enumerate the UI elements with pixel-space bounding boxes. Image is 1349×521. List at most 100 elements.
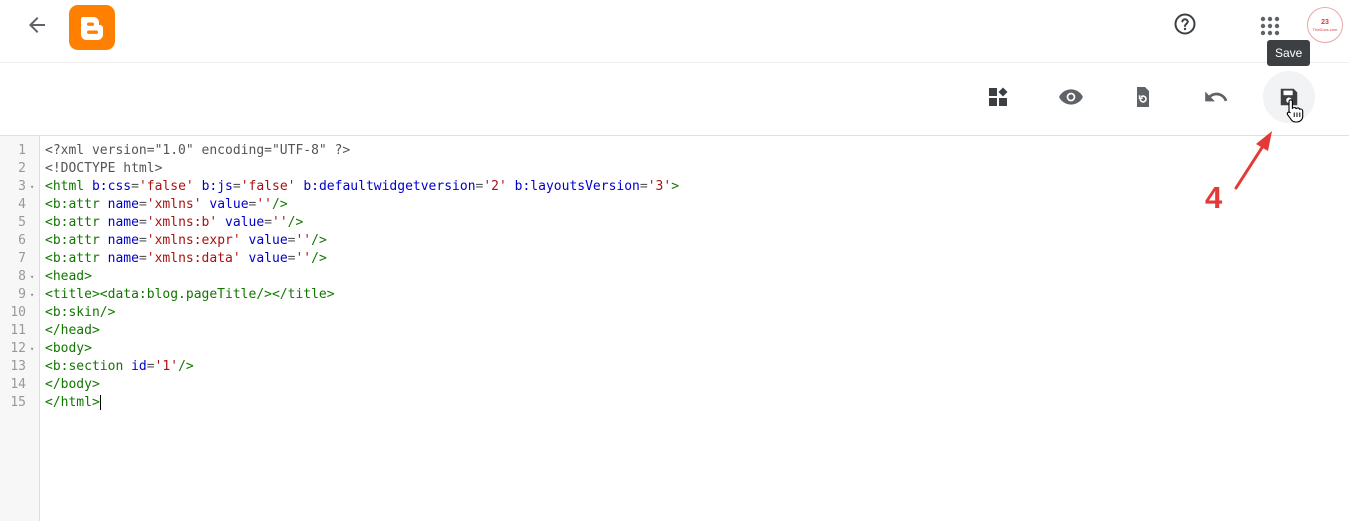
- restore-button[interactable]: [1117, 71, 1169, 123]
- save-button[interactable]: [1263, 71, 1315, 123]
- code-line[interactable]: <b:attr name='xmlns:expr' value=''/>: [45, 232, 327, 250]
- help-circle-icon: [1174, 13, 1196, 35]
- code-line[interactable]: <html b:css='false' b:js='false' b:defau…: [45, 178, 679, 196]
- code-line[interactable]: <head>: [45, 268, 92, 286]
- blogger-logo[interactable]: [69, 5, 115, 50]
- code-token: '': [256, 197, 273, 212]
- line-number: 10: [10, 305, 26, 320]
- widgets-button[interactable]: [972, 71, 1024, 123]
- code-token: />: [311, 233, 327, 248]
- save-icon: [1280, 88, 1298, 106]
- line-number: 8: [18, 269, 26, 284]
- blogger-b-icon: [81, 16, 103, 40]
- fold-toggle-icon[interactable]: ▾: [30, 286, 34, 304]
- line-number: 1: [18, 143, 26, 158]
- editor-toolbar: [0, 63, 1349, 136]
- restore-icon: [1137, 87, 1149, 107]
- code-line[interactable]: </head>: [45, 322, 100, 340]
- apps-button[interactable]: [1255, 11, 1285, 41]
- code-token: <head>: [45, 269, 92, 284]
- code-token: '1': [154, 359, 179, 374]
- code-token: =: [232, 179, 241, 194]
- code-token: b:js: [201, 179, 233, 194]
- line-number: 5: [18, 215, 26, 230]
- code-token: =: [264, 215, 273, 230]
- undo-button[interactable]: [1190, 71, 1242, 123]
- undo-icon: [1205, 91, 1228, 102]
- code-token: <b:attr: [45, 215, 108, 230]
- code-token: </html>: [45, 395, 100, 410]
- code-token: 'false': [138, 179, 194, 194]
- code-token: =: [146, 359, 155, 374]
- code-token: <title><data:blog.pageTitle/></title>: [45, 287, 335, 302]
- code-line[interactable]: <body>: [45, 340, 92, 358]
- code-token: b:layoutsVersion: [514, 179, 640, 194]
- code-token: =: [639, 179, 648, 194]
- line-number: 3: [18, 179, 26, 194]
- code-line[interactable]: <title><data:blog.pageTitle/></title>: [45, 286, 335, 304]
- fold-toggle-icon[interactable]: ▾: [30, 178, 34, 196]
- line-number: 14: [10, 377, 26, 392]
- line-number: 12: [10, 341, 26, 356]
- account-avatar[interactable]: 23 TheDocs.com: [1307, 7, 1343, 43]
- line-number: 4: [18, 197, 26, 212]
- help-button[interactable]: [1170, 9, 1200, 39]
- code-token: </body>: [45, 377, 100, 392]
- line-number: 9: [18, 287, 26, 302]
- code-token: </head>: [45, 323, 100, 338]
- fold-toggle-icon[interactable]: ▾: [30, 340, 34, 358]
- code-line[interactable]: <b:skin/>: [45, 304, 115, 322]
- code-line[interactable]: <b:attr name='xmlns:b' value=''/>: [45, 214, 303, 232]
- widgets-icon: [989, 87, 1008, 106]
- preview-button[interactable]: [1045, 71, 1097, 123]
- fold-toggle-icon[interactable]: ▾: [30, 268, 34, 286]
- code-token: name: [107, 233, 139, 248]
- avatar-line1: 23: [1321, 18, 1329, 26]
- code-line[interactable]: <b:attr name='xmlns' value=''/>: [45, 196, 288, 214]
- code-token: b:css: [91, 179, 132, 194]
- code-token: <html: [45, 179, 92, 194]
- code-token: value: [248, 233, 288, 248]
- save-tooltip: Save: [1267, 40, 1311, 66]
- line-number: 6: [18, 233, 26, 248]
- text-cursor: [99, 395, 101, 410]
- code-token: value: [225, 215, 265, 230]
- apps-grid-icon: [1260, 16, 1280, 36]
- code-line[interactable]: </html>: [45, 394, 101, 412]
- code-token: name: [107, 251, 139, 266]
- code-token: 'xmlns': [146, 197, 202, 212]
- arrow-back-icon: [29, 17, 45, 33]
- code-token: '': [295, 233, 312, 248]
- back-button[interactable]: [22, 10, 52, 40]
- code-line[interactable]: <b:attr name='xmlns:data' value=''/>: [45, 250, 327, 268]
- code-token: =: [138, 197, 147, 212]
- code-token: b:defaultwidgetversion: [303, 179, 476, 194]
- code-line[interactable]: <?xml version="1.0" encoding="UTF-8" ?>: [45, 142, 350, 160]
- line-number: 11: [10, 323, 26, 338]
- code-token: '': [272, 215, 288, 230]
- code-line[interactable]: <!DOCTYPE html>: [45, 160, 162, 178]
- code-token: />: [287, 215, 304, 230]
- code-token: 'false': [240, 179, 296, 194]
- code-editor[interactable]: 1 2 3 ▾ 4 5 6 7 8 ▾ 9 ▾ 10 11 12 ▾ 13 14 15 <?xml version=…: [0, 136, 1349, 521]
- code-token: =: [138, 251, 147, 266]
- code-token: '3': [647, 179, 672, 194]
- top-app-bar: 23 TheDocs.com: [0, 0, 1349, 63]
- code-line[interactable]: <b:section id='1'/>: [45, 358, 194, 376]
- eye-icon: [1059, 89, 1083, 105]
- code-token: <body>: [45, 341, 92, 356]
- code-line[interactable]: </body>: [45, 376, 100, 394]
- line-number-gutter: 1 2 3 ▾ 4 5 6 7 8 ▾ 9 ▾ 10 11 12 ▾ 13 14 15: [0, 136, 40, 521]
- code-token: />: [178, 359, 194, 374]
- code-token: >: [671, 179, 680, 194]
- code-token: />: [272, 197, 288, 212]
- code-token: =: [138, 215, 147, 230]
- code-token: <b:section: [45, 359, 132, 374]
- code-token: value: [248, 251, 288, 266]
- code-token: <b:attr: [45, 251, 108, 266]
